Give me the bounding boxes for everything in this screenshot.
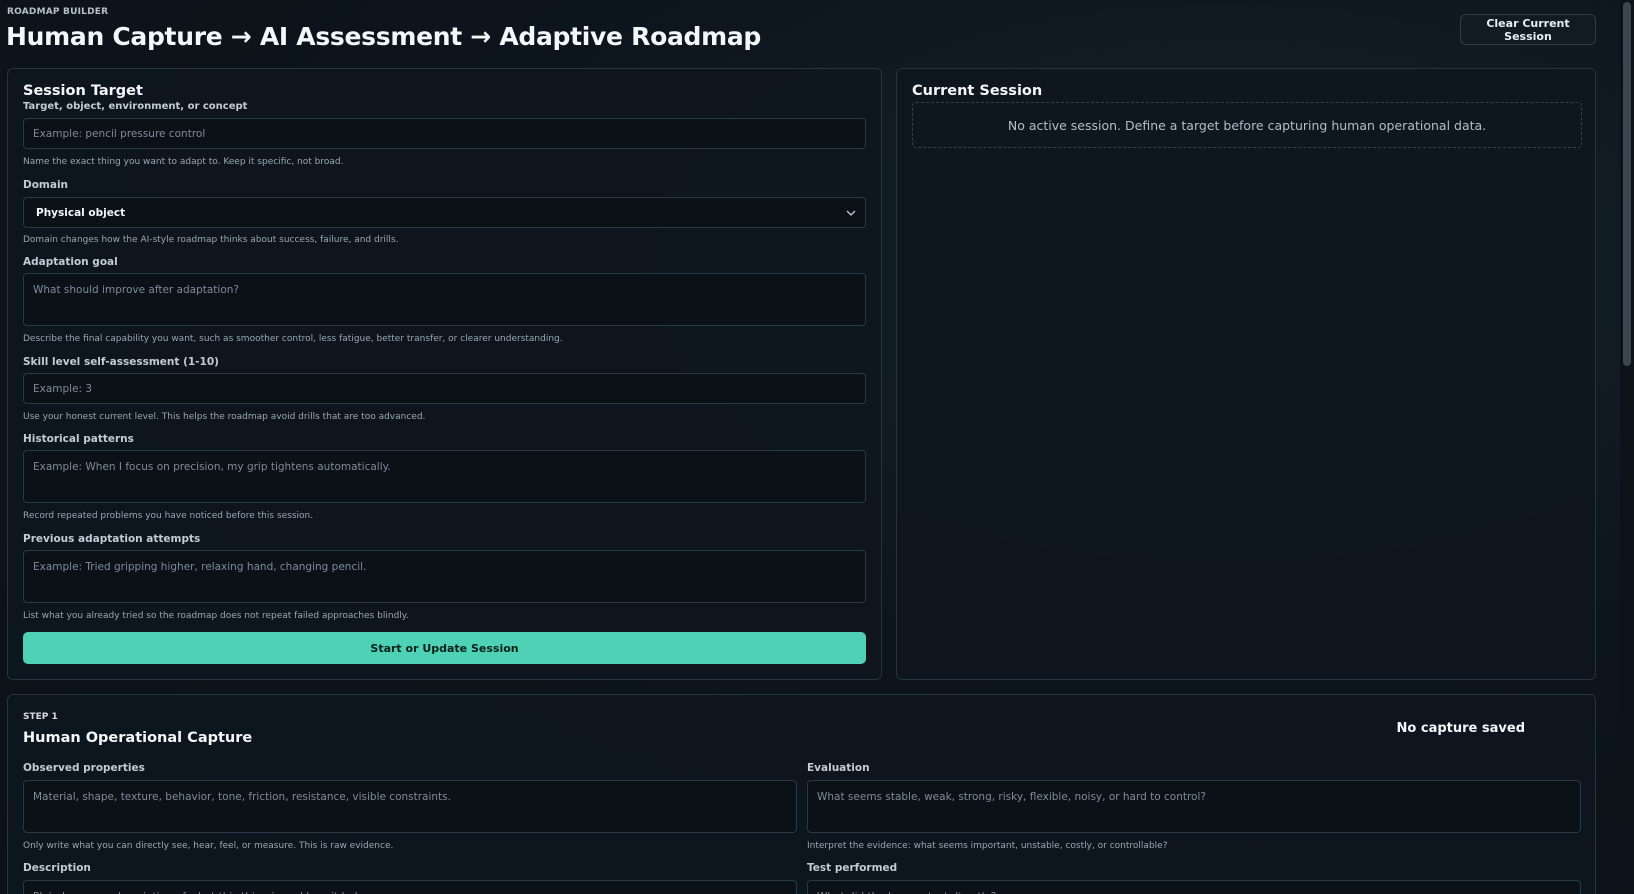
skill-label: Skill level self-assessment (1-10) [23, 356, 219, 368]
goal-label: Adaptation goal [23, 256, 118, 268]
skill-input[interactable] [23, 373, 866, 404]
evaluation-textarea[interactable] [807, 780, 1581, 833]
page-title: Human Capture → AI Assessment → Adaptive… [6, 22, 762, 51]
test-textarea[interactable] [807, 880, 1581, 894]
current-session-title: Current Session [912, 83, 1043, 99]
description-textarea[interactable] [23, 880, 797, 894]
page-scrollbar[interactable] [1620, 0, 1634, 894]
clear-session-button[interactable]: Clear Current Session [1460, 14, 1596, 45]
session-target-panel: Session Target Target, object, environme… [7, 68, 882, 680]
goal-textarea[interactable] [23, 273, 866, 326]
chevron-down-icon [846, 210, 856, 216]
domain-hint: Domain changes how the AI-style roadmap … [23, 235, 399, 245]
page-eyebrow: ROADMAP BUILDER [7, 7, 109, 17]
human-capture-panel: STEP 1 Human Operational Capture No capt… [7, 694, 1596, 894]
patterns-hint: Record repeated problems you have notice… [23, 511, 314, 521]
start-session-button[interactable]: Start or Update Session [23, 632, 866, 664]
patterns-textarea[interactable] [23, 450, 866, 503]
target-label: Target, object, environment, or concept [23, 101, 248, 112]
current-session-panel: Current Session No active session. Defin… [896, 68, 1596, 680]
evaluation-hint: Interpret the evidence: what seems impor… [807, 841, 1168, 851]
domain-select-value: Physical object [36, 206, 126, 219]
goal-hint: Describe the final capability you want, … [23, 334, 563, 344]
domain-select[interactable]: Physical object [23, 197, 866, 228]
scrollbar-thumb[interactable] [1623, 2, 1631, 366]
description-label: Description [23, 862, 91, 874]
skill-hint: Use your honest current level. This help… [23, 412, 426, 422]
observed-hint: Only write what you can directly see, he… [23, 841, 394, 851]
roadmap-builder-page: ROADMAP BUILDER Human Capture → AI Asses… [0, 0, 1620, 894]
observed-label: Observed properties [23, 762, 145, 774]
target-hint: Name the exact thing you want to adapt t… [23, 157, 344, 167]
capture-status: No capture saved [1396, 721, 1525, 736]
capture-title: Human Operational Capture [23, 730, 253, 746]
attempts-hint: List what you already tried so the roadm… [23, 611, 409, 621]
test-label: Test performed [807, 862, 898, 874]
observed-textarea[interactable] [23, 780, 797, 833]
evaluation-label: Evaluation [807, 762, 870, 774]
attempts-textarea[interactable] [23, 550, 866, 603]
target-input[interactable] [23, 118, 866, 149]
step-badge: STEP 1 [23, 712, 58, 722]
domain-label: Domain [23, 179, 69, 191]
session-target-title: Session Target [23, 83, 143, 99]
session-empty-state: No active session. Define a target befor… [912, 102, 1582, 148]
patterns-label: Historical patterns [23, 433, 134, 445]
attempts-label: Previous adaptation attempts [23, 533, 201, 545]
